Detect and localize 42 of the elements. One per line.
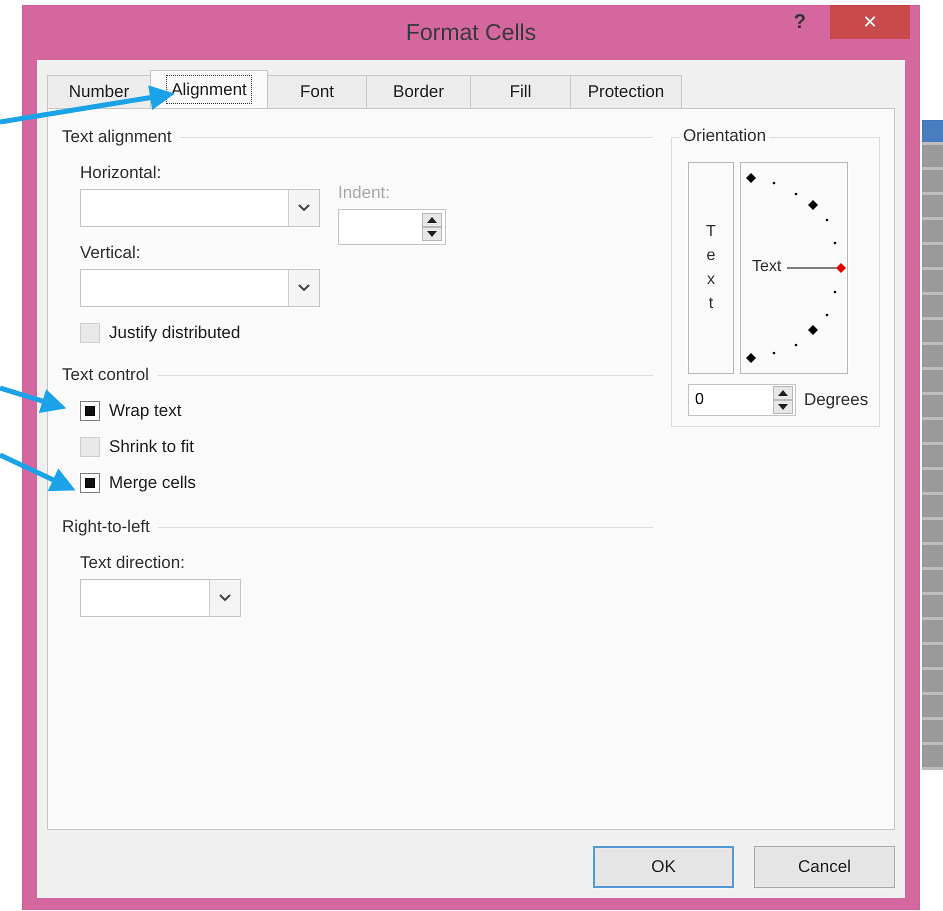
checkbox-label: Shrink to fit xyxy=(109,437,194,457)
section-title: Text alignment xyxy=(62,127,172,147)
spin-up-icon[interactable] xyxy=(772,386,793,400)
window-title: Format Cells xyxy=(406,19,536,46)
checkbox[interactable] xyxy=(80,401,100,421)
dialog-button[interactable]: OK xyxy=(593,846,734,888)
vertical-text-button[interactable]: Text xyxy=(688,162,734,374)
tab[interactable]: Font xyxy=(267,75,367,108)
spin-down-icon[interactable] xyxy=(772,400,793,414)
chevron-down-icon xyxy=(298,204,310,212)
tab[interactable]: Protection xyxy=(570,75,682,108)
spin-up-icon[interactable] xyxy=(422,213,442,227)
checkbox[interactable] xyxy=(80,473,100,493)
dropdown-field[interactable] xyxy=(80,269,320,307)
dropdown-button[interactable] xyxy=(288,270,319,306)
field-label: Vertical: xyxy=(80,243,142,263)
dialog-button[interactable]: Cancel xyxy=(754,846,895,888)
tab[interactable]: Number xyxy=(47,75,151,108)
chevron-down-icon xyxy=(298,284,310,292)
help-button[interactable]: ? xyxy=(790,11,810,34)
dropdown-button[interactable] xyxy=(209,580,240,616)
dropdown-field[interactable] xyxy=(80,189,320,227)
dropdown-button[interactable] xyxy=(288,190,319,226)
section-title: Text control xyxy=(62,365,149,385)
degrees-field[interactable]: 0 xyxy=(688,384,796,416)
annotation-arrow xyxy=(0,386,66,413)
chevron-down-icon xyxy=(219,594,231,602)
field-label: Text direction: xyxy=(80,553,186,573)
checkbox-label: Justify distributed xyxy=(109,323,240,343)
checkbox-label: Wrap text xyxy=(109,401,182,421)
tab[interactable]: Border xyxy=(366,75,471,108)
close-button[interactable]: ✕ xyxy=(830,5,910,39)
field-label: Degrees xyxy=(804,390,868,410)
section-title: Right-to-left xyxy=(62,517,150,537)
checkbox-label: Merge cells xyxy=(109,473,196,493)
dropdown-field[interactable] xyxy=(80,579,241,617)
spin-field[interactable] xyxy=(338,209,446,245)
tab[interactable]: Fill xyxy=(470,75,571,108)
tab[interactable]: Alignment xyxy=(150,70,268,108)
field-label: Indent: xyxy=(338,183,391,203)
field-label: Horizontal: xyxy=(80,163,162,183)
spin-down-icon[interactable] xyxy=(422,227,442,241)
